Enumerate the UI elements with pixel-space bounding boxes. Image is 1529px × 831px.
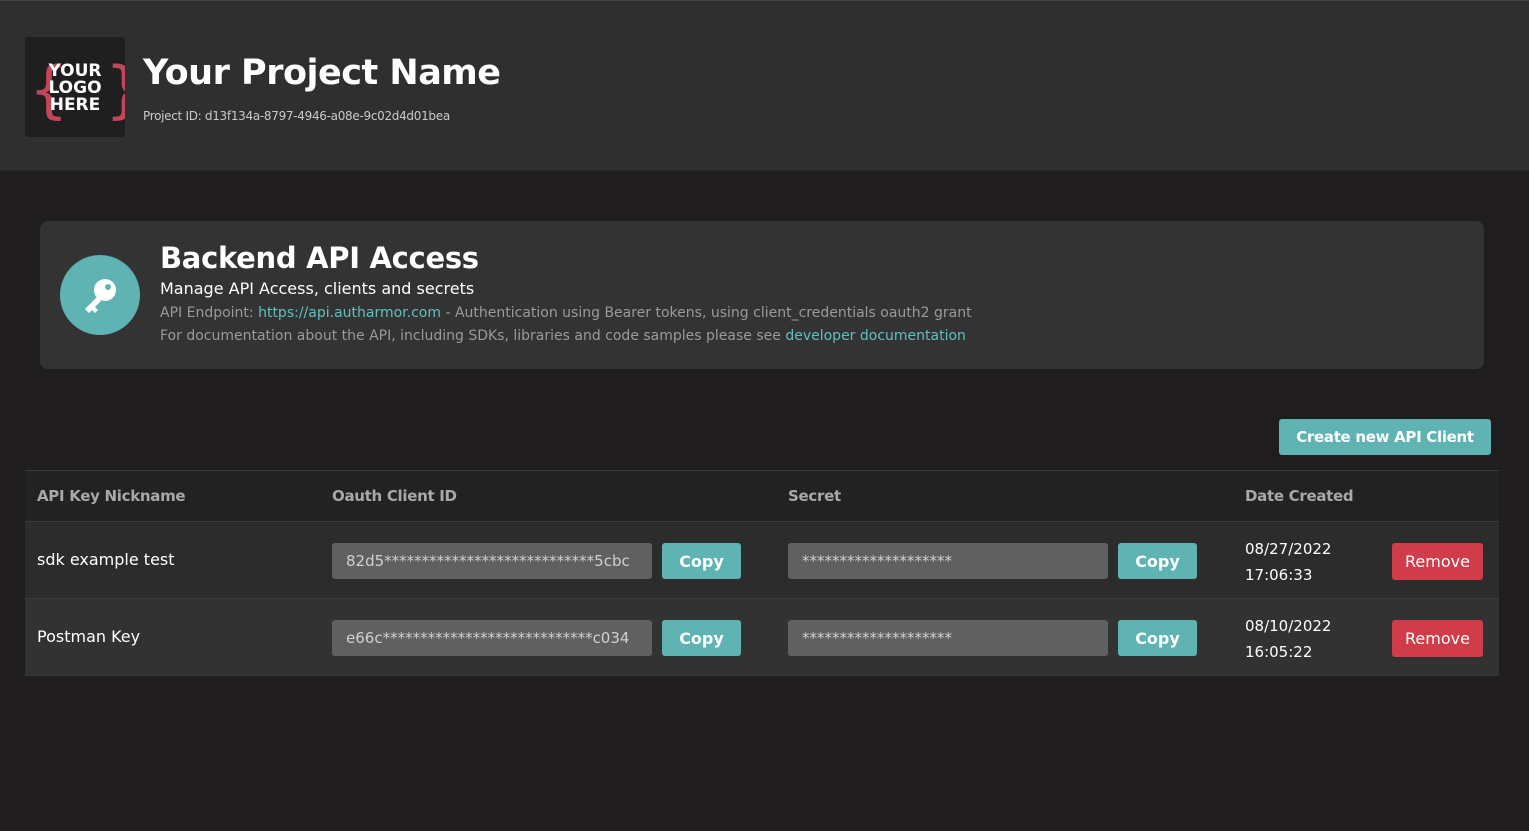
date-created: 08/10/2022 16:05:22 xyxy=(1245,613,1331,665)
copy-secret-button[interactable]: Copy xyxy=(1118,543,1197,579)
section-title: Backend API Access xyxy=(160,241,479,275)
client-id-field[interactable]: e66c****************************c034 xyxy=(332,620,652,656)
table-row: sdk example test 82d5*******************… xyxy=(25,522,1499,599)
client-id-field[interactable]: 82d5****************************5cbc xyxy=(332,543,652,579)
developer-documentation-link[interactable]: developer documentation xyxy=(785,328,966,344)
secret-field[interactable]: ******************** xyxy=(788,620,1108,656)
date-created-date: 08/10/2022 xyxy=(1245,617,1332,635)
project-logo: { } YOUR LOGO HERE xyxy=(25,37,125,137)
date-created-time: 17:06:33 xyxy=(1245,566,1313,584)
column-header-client-id: Oauth Client ID xyxy=(332,487,457,505)
date-created-time: 16:05:22 xyxy=(1245,643,1313,661)
backend-api-info-card: Backend API Access Manage API Access, cl… xyxy=(40,221,1484,369)
key-icon xyxy=(60,255,140,335)
project-id: Project ID: d13f134a-8797-4946-a08e-9c02… xyxy=(143,109,450,123)
section-subtitle: Manage API Access, clients and secrets xyxy=(160,279,475,298)
api-endpoint-link[interactable]: https://api.autharmor.com xyxy=(258,305,441,321)
column-header-secret: Secret xyxy=(788,487,841,505)
date-created-date: 08/27/2022 xyxy=(1245,540,1332,558)
documentation-line: For documentation about the API, includi… xyxy=(160,328,966,344)
api-clients-table: API Key Nickname Oauth Client ID Secret … xyxy=(25,470,1499,676)
api-endpoint-description: - Authentication using Bearer tokens, us… xyxy=(441,305,972,321)
copy-client-id-button[interactable]: Copy xyxy=(662,620,741,656)
api-key-nickname: sdk example test xyxy=(37,550,175,569)
logo-text-line3: HERE xyxy=(50,95,101,115)
documentation-text: For documentation about the API, includi… xyxy=(160,328,786,344)
api-key-nickname: Postman Key xyxy=(37,627,141,646)
create-api-client-button[interactable]: Create new API Client xyxy=(1279,419,1491,455)
column-header-nickname: API Key Nickname xyxy=(37,487,186,505)
copy-secret-button[interactable]: Copy xyxy=(1118,620,1197,656)
date-created: 08/27/2022 17:06:33 xyxy=(1245,536,1331,588)
svg-text:}: } xyxy=(105,53,125,126)
remove-button[interactable]: Remove xyxy=(1392,620,1483,657)
table-header: API Key Nickname Oauth Client ID Secret … xyxy=(25,470,1499,522)
column-header-date-created: Date Created xyxy=(1245,487,1354,505)
project-header: { } YOUR LOGO HERE Your Project Name Pro… xyxy=(0,0,1529,171)
api-endpoint-label: API Endpoint: xyxy=(160,305,259,321)
remove-button[interactable]: Remove xyxy=(1392,543,1483,580)
secret-field[interactable]: ******************** xyxy=(788,543,1108,579)
table-row: Postman Key e66c************************… xyxy=(25,599,1499,676)
page-title: Your Project Name xyxy=(143,53,501,93)
api-endpoint-line: API Endpoint: https://api.autharmor.com … xyxy=(160,305,972,321)
copy-client-id-button[interactable]: Copy xyxy=(662,543,741,579)
